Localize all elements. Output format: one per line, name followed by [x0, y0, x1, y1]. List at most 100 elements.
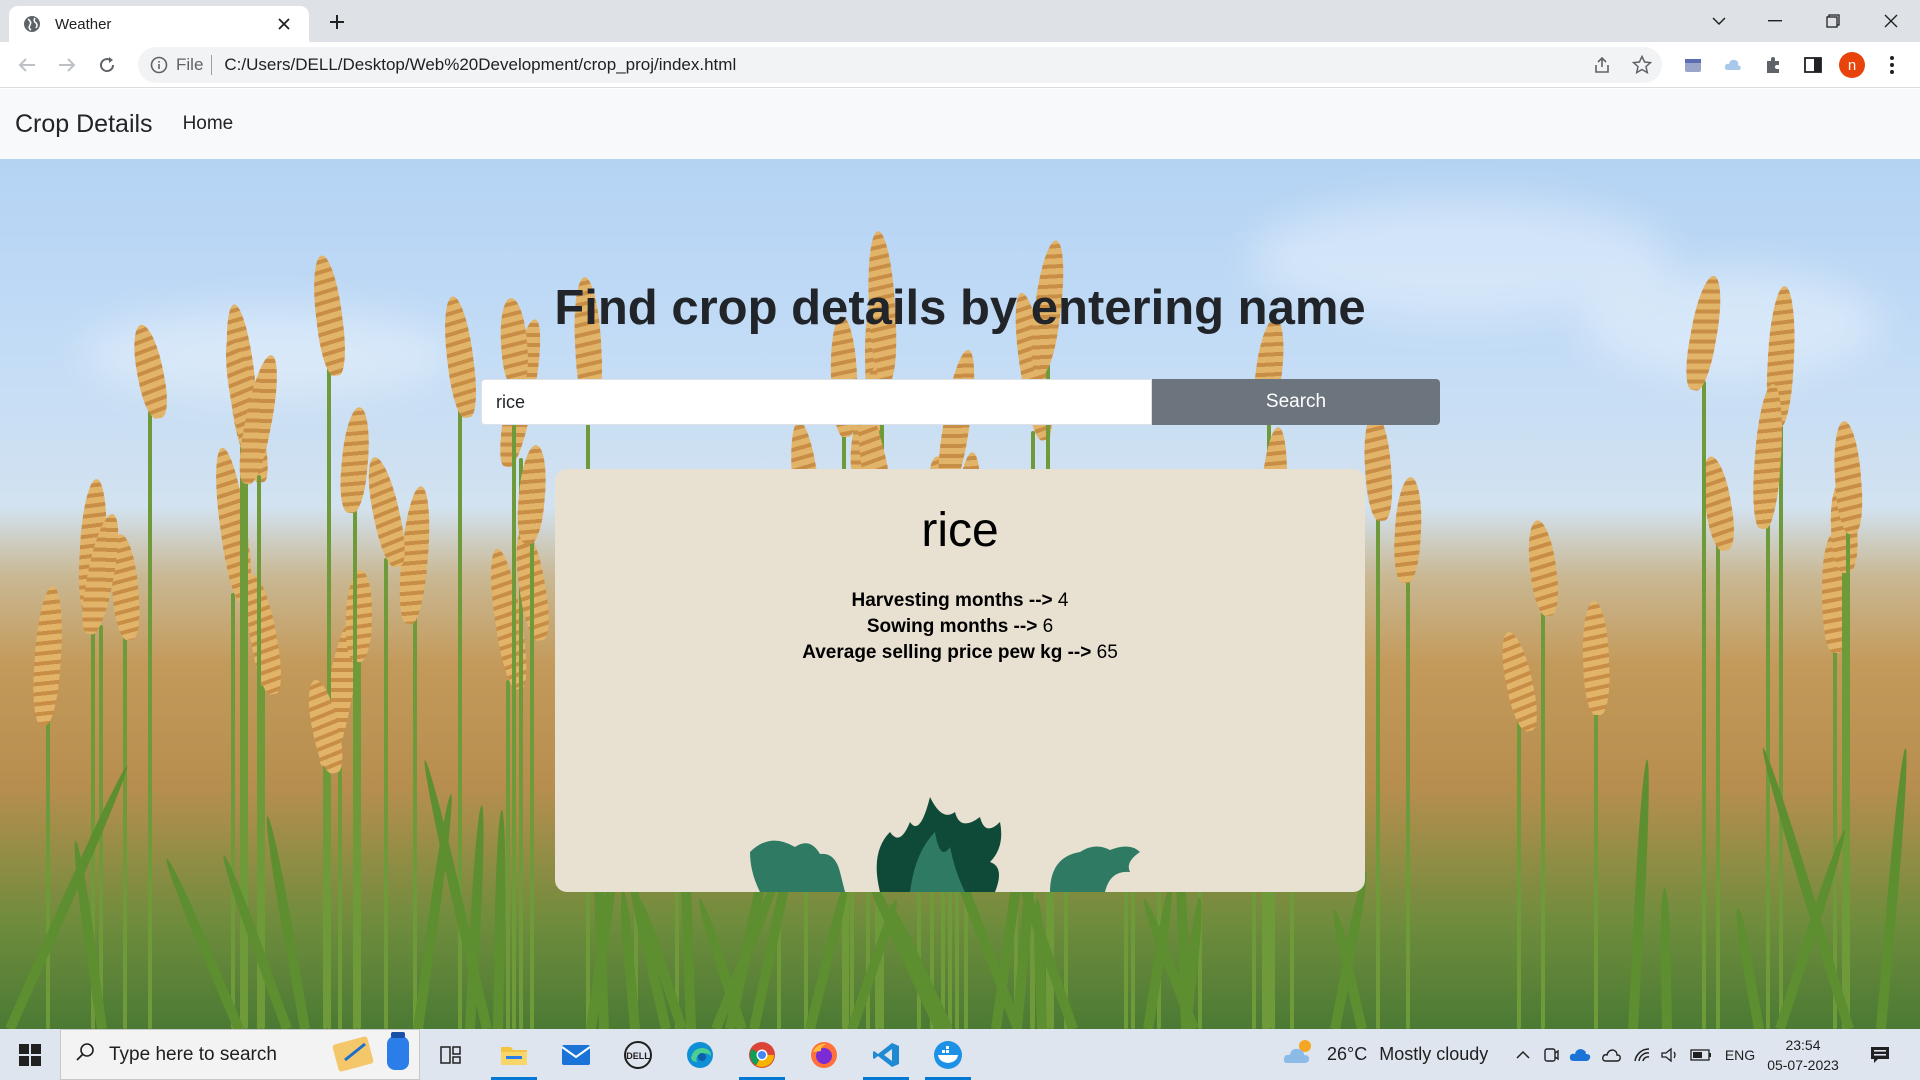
forward-arrow-icon[interactable] — [52, 50, 82, 80]
mail-icon[interactable] — [547, 1029, 605, 1080]
grass-blade — [493, 809, 507, 1029]
grass-blade — [1758, 746, 1854, 1029]
wifi-icon[interactable] — [1628, 1029, 1656, 1080]
wheat-stalk — [1702, 381, 1706, 1029]
url-text[interactable]: C:/Users/DELL/Desktop/Web%20Development/… — [224, 55, 1582, 75]
wheat-stalk — [231, 593, 235, 1029]
detail-value: 6 — [1042, 616, 1054, 637]
page-heading: Find crop details by entering name — [554, 281, 1366, 335]
dell-icon[interactable]: DELL — [609, 1029, 667, 1080]
nav-link-home[interactable]: Home — [183, 113, 234, 135]
taskbar-search-box[interactable]: Type here to search — [60, 1029, 420, 1080]
language-indicator[interactable]: ENG — [1722, 1029, 1758, 1080]
crop-details: Harvesting months --> 4 Sowing months --… — [555, 588, 1365, 666]
grass-blade — [1628, 759, 1653, 1029]
battery-icon[interactable] — [1686, 1029, 1716, 1080]
wheat-stalk — [1594, 705, 1598, 1029]
side-panel-icon[interactable] — [1798, 50, 1828, 80]
wheat-ear — [1495, 629, 1543, 734]
task-view-icon[interactable] — [422, 1029, 480, 1080]
taskbar-clock[interactable]: 23:54 05-07-2023 — [1762, 1035, 1844, 1075]
docker-icon[interactable] — [919, 1029, 977, 1080]
close-window-button[interactable] — [1865, 0, 1917, 42]
tab-search-chevron-icon[interactable] — [1693, 0, 1745, 42]
wheat-stalk — [1716, 541, 1720, 1029]
wheat-stalk — [1376, 511, 1380, 1029]
wheat-ear — [344, 569, 374, 663]
wheat-stalk — [357, 652, 361, 1029]
taskbar-weather-widget[interactable]: 26°C Mostly cloudy — [1283, 1029, 1488, 1080]
wheat-stalk — [384, 558, 388, 1029]
navbar-brand[interactable]: Crop Details — [15, 110, 153, 139]
wheat-ear — [30, 585, 66, 726]
svg-text:DELL: DELL — [626, 1051, 650, 1061]
more-vertical-icon[interactable] — [1877, 50, 1907, 80]
grass-blade — [1732, 907, 1764, 1029]
wheat-stalk — [1517, 722, 1521, 1029]
edge-browser-icon[interactable] — [671, 1029, 729, 1080]
tab-title: Weather — [55, 15, 112, 33]
bookmark-star-icon[interactable] — [1622, 50, 1662, 80]
wheat-ear — [361, 454, 411, 570]
vscode-icon[interactable] — [857, 1029, 915, 1080]
crop-search-form: Search — [481, 379, 1440, 425]
detail-label: Harvesting months --> — [851, 590, 1053, 611]
wheat-stalk — [338, 758, 342, 1029]
firefox-icon[interactable] — [795, 1029, 853, 1080]
info-icon[interactable] — [150, 56, 168, 74]
wheat-stalk — [1846, 524, 1850, 1029]
wheat-stalk — [1541, 606, 1545, 1029]
wheat-stalk — [506, 680, 510, 1029]
back-arrow-icon[interactable] — [12, 50, 42, 80]
wheat-stalk — [244, 474, 248, 1029]
reload-icon[interactable] — [92, 50, 122, 80]
detail-row-harvesting: Harvesting months --> 4 — [555, 588, 1365, 614]
close-tab-icon[interactable] — [273, 13, 295, 35]
volume-icon[interactable] — [1656, 1029, 1684, 1080]
detail-value: 4 — [1057, 590, 1069, 611]
browser-tab-strip: Weather — [0, 0, 1920, 42]
extension-calendar-icon[interactable] — [1678, 50, 1708, 80]
extension-cloud-icon[interactable] — [1718, 50, 1748, 80]
chrome-browser-icon[interactable] — [733, 1029, 791, 1080]
new-tab-button[interactable] — [322, 8, 352, 36]
network-cloud-icon[interactable] — [1598, 1029, 1626, 1080]
show-hidden-icons-chevron-icon[interactable] — [1510, 1029, 1536, 1080]
search-button[interactable]: Search — [1152, 379, 1440, 425]
minimize-button[interactable] — [1749, 0, 1801, 42]
grass-blade — [5, 763, 132, 1029]
browser-toolbar: File C:/Users/DELL/Desktop/Web%20Develop… — [0, 42, 1920, 88]
detail-row-sowing: Sowing months --> 6 — [555, 614, 1365, 640]
windows-start-icon[interactable] — [0, 1029, 60, 1080]
extensions-puzzle-icon[interactable] — [1758, 50, 1788, 80]
meet-now-icon[interactable] — [1538, 1029, 1564, 1080]
address-bar[interactable]: File C:/Users/DELL/Desktop/Web%20Develop… — [138, 47, 1662, 83]
detail-row-price: Average selling price pew kg --> 65 — [555, 640, 1365, 666]
omnibox-separator — [211, 55, 213, 75]
clock-date: 05-07-2023 — [1767, 1057, 1839, 1073]
crop-search-input[interactable] — [481, 379, 1152, 425]
wheat-stalk — [123, 630, 127, 1029]
wheat-ear — [128, 322, 172, 421]
onedrive-cloud-icon[interactable] — [1566, 1029, 1594, 1080]
url-scheme-label: File — [176, 55, 204, 74]
search-icon — [75, 1042, 95, 1067]
notification-center-icon[interactable] — [1862, 1029, 1898, 1080]
wheat-stalk — [46, 715, 50, 1029]
grass-blade — [1876, 747, 1911, 1029]
site-navbar: Crop Details Home — [0, 89, 1920, 159]
wheat-ear — [1392, 476, 1424, 584]
share-icon[interactable] — [1582, 50, 1622, 80]
wheat-stalk — [148, 409, 152, 1029]
file-explorer-icon[interactable] — [485, 1029, 543, 1080]
wheat-stalk — [353, 503, 357, 1029]
wheat-stalk — [512, 378, 516, 1029]
crop-result-card: rice Harvesting months --> 4 Sowing mont… — [555, 469, 1365, 892]
partly-cloudy-icon — [1283, 1037, 1317, 1072]
restore-button[interactable] — [1807, 0, 1859, 42]
wheat-ear — [1581, 600, 1611, 716]
wheat-stalk — [1406, 573, 1410, 1029]
browser-tab-weather[interactable]: Weather — [9, 6, 309, 42]
search-highlight-illustration-icon — [325, 1030, 415, 1079]
profile-avatar[interactable]: n — [1839, 52, 1865, 78]
